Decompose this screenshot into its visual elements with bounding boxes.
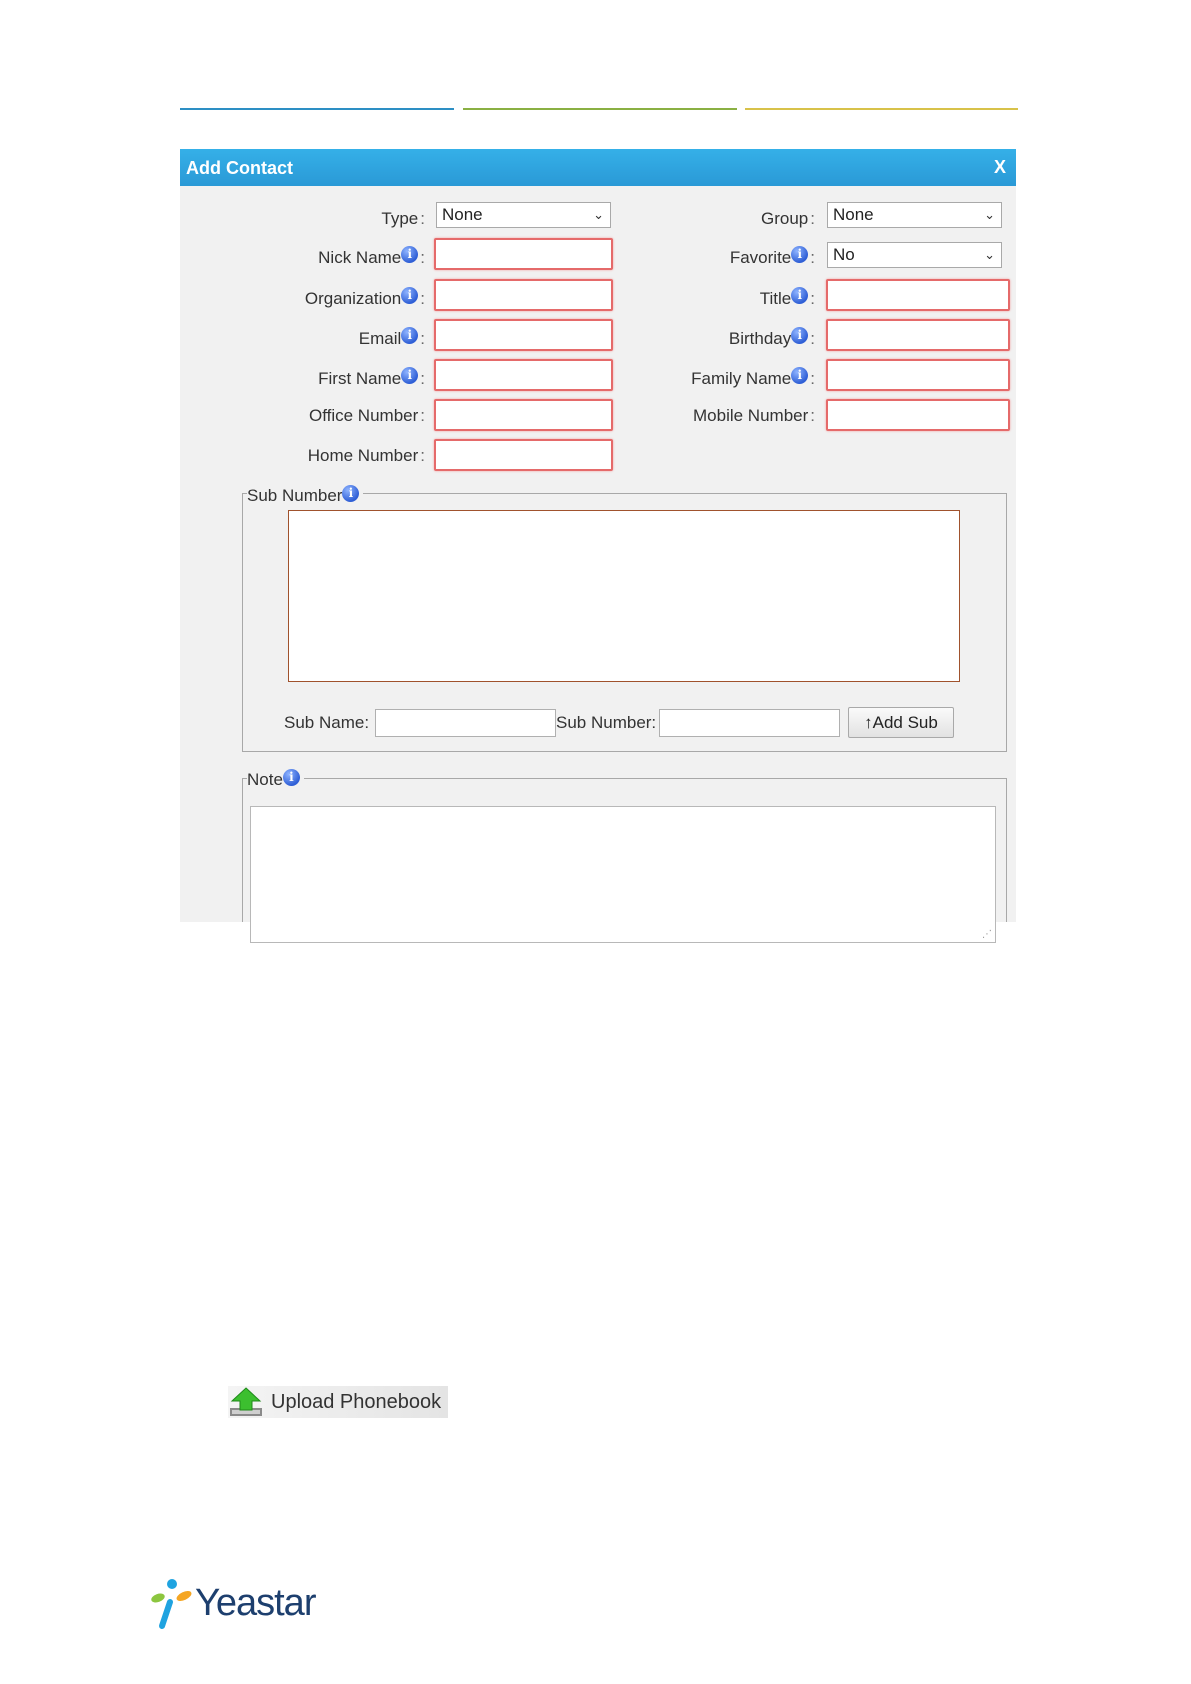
organization-label: Organization i: bbox=[304, 287, 425, 308]
info-icon[interactable]: i bbox=[401, 367, 419, 385]
mobile-number-label: Mobile Number: bbox=[693, 405, 815, 425]
type-select[interactable]: None ⌄ bbox=[436, 202, 611, 228]
yeastar-wordmark: Yeastar bbox=[195, 1582, 316, 1624]
upload-phonebook-button[interactable]: Upload Phonebook bbox=[228, 1386, 448, 1418]
header-rule-green bbox=[463, 108, 737, 110]
nick-name-input[interactable] bbox=[434, 238, 613, 270]
sub-number-input[interactable] bbox=[659, 709, 840, 737]
sub-name-input[interactable] bbox=[375, 709, 556, 737]
header-rule-yellow bbox=[745, 108, 1018, 110]
note-legend: Note i bbox=[247, 769, 304, 790]
yeastar-logo: Yeastar bbox=[150, 1578, 330, 1630]
add-sub-button[interactable]: ↑Add Sub bbox=[848, 707, 954, 738]
info-icon[interactable]: i bbox=[401, 246, 419, 264]
info-icon[interactable]: i bbox=[401, 287, 419, 305]
group-select[interactable]: None ⌄ bbox=[827, 202, 1002, 228]
first-name-label: First Name i: bbox=[318, 367, 425, 388]
organization-input[interactable] bbox=[434, 279, 613, 311]
group-label: Group: bbox=[761, 208, 815, 228]
title-label: Title i: bbox=[759, 287, 815, 308]
first-name-input[interactable] bbox=[434, 359, 613, 391]
chevron-down-icon: ⌄ bbox=[593, 207, 604, 222]
birthday-input[interactable] bbox=[826, 319, 1010, 351]
office-number-label: Office Number: bbox=[308, 405, 425, 425]
sub-number-legend: Sub Number i bbox=[247, 485, 364, 506]
upload-phonebook-label: Upload Phonebook bbox=[271, 1391, 442, 1413]
family-name-input[interactable] bbox=[826, 359, 1010, 391]
office-number-input[interactable] bbox=[434, 399, 613, 431]
info-icon[interactable]: i bbox=[342, 485, 360, 503]
note-textarea[interactable]: ⋰ bbox=[250, 806, 996, 943]
info-icon[interactable]: i bbox=[791, 367, 809, 385]
upload-arrow-icon bbox=[230, 1387, 262, 1416]
info-icon[interactable]: i bbox=[791, 246, 809, 264]
mobile-number-input[interactable] bbox=[826, 399, 1010, 431]
home-number-label: Home Number: bbox=[307, 445, 425, 465]
favorite-label: Favorite i: bbox=[729, 246, 815, 267]
resize-grip-icon[interactable]: ⋰ bbox=[982, 929, 992, 940]
info-icon[interactable]: i bbox=[282, 769, 300, 787]
info-icon[interactable]: i bbox=[791, 327, 809, 345]
email-input[interactable] bbox=[434, 319, 613, 351]
nick-name-label: Nick Name i: bbox=[318, 246, 425, 267]
header-rule-blue bbox=[180, 108, 454, 110]
dialog-crop-mask bbox=[180, 959, 1020, 979]
close-button[interactable]: X bbox=[994, 157, 1006, 178]
dialog-titlebar: Add Contact X bbox=[180, 149, 1016, 186]
sub-number-list[interactable] bbox=[288, 510, 960, 682]
title-input[interactable] bbox=[826, 279, 1010, 311]
chevron-down-icon: ⌄ bbox=[984, 207, 995, 222]
type-label: Type: bbox=[381, 208, 425, 228]
sub-name-label: Sub Name: bbox=[284, 713, 370, 732]
yeastar-logo-icon bbox=[151, 1579, 192, 1629]
info-icon[interactable]: i bbox=[401, 327, 419, 345]
chevron-down-icon: ⌄ bbox=[984, 247, 995, 262]
favorite-select[interactable]: No ⌄ bbox=[827, 242, 1002, 268]
dialog-title: Add Contact bbox=[186, 158, 293, 178]
birthday-label: Birthday i: bbox=[728, 327, 815, 348]
info-icon[interactable]: i bbox=[791, 287, 809, 305]
family-name-label: Family Name i: bbox=[691, 367, 815, 388]
home-number-input[interactable] bbox=[434, 439, 613, 471]
sub-number-label: Sub Number: bbox=[556, 713, 657, 732]
email-label: Email i: bbox=[358, 327, 425, 348]
